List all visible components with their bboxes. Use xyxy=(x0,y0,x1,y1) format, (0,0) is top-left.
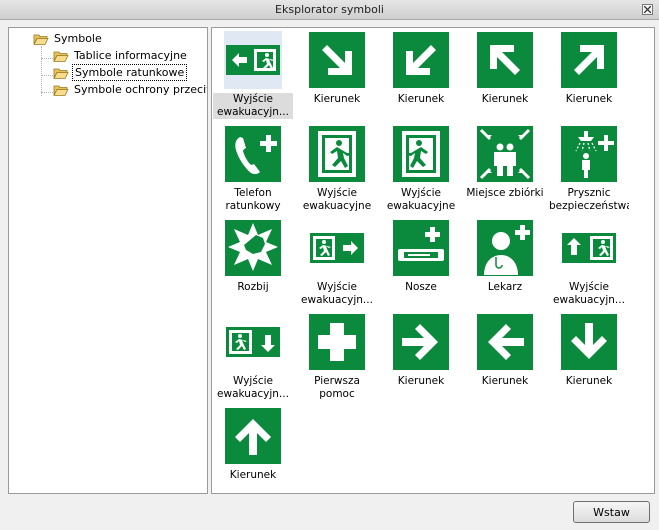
symbol-caption: Rozbij xyxy=(237,281,269,293)
symbol-item[interactable]: Wyjście ewakuacyjn... xyxy=(297,216,377,310)
symbol-caption: Prysznic bezpieczeństwa xyxy=(549,187,629,212)
symbol-item[interactable]: Kierunek xyxy=(381,28,461,122)
symbol-item[interactable]: Wyjście ewakuacyjn... xyxy=(549,216,629,310)
symbol-item[interactable]: Nosze xyxy=(381,216,461,310)
symbol-item[interactable]: Prysznic bezpieczeństwa xyxy=(549,122,629,216)
tree-item-label: Symbole ratunkowe xyxy=(72,64,188,81)
symbol-item[interactable]: Kierunek xyxy=(465,28,545,122)
symbol-caption: Kierunek xyxy=(397,93,445,105)
close-icon[interactable] xyxy=(642,4,653,15)
symbol-caption: Kierunek xyxy=(565,93,613,105)
exit-arrow-left-icon xyxy=(224,31,282,89)
arrow-up-right-icon xyxy=(561,32,617,88)
symbol-caption: Lekarz xyxy=(487,281,523,293)
symbol-item[interactable]: Wyjście ewakuacyjne xyxy=(297,122,377,216)
tree-item-tablice[interactable]: Tablice informacyjne xyxy=(53,47,189,64)
symbol-item[interactable]: Wyjście ewakuacyjne xyxy=(381,122,461,216)
symbol-caption: Kierunek xyxy=(229,469,277,481)
symbol-item[interactable]: Kierunek xyxy=(549,310,629,404)
stretcher-icon xyxy=(393,220,449,276)
symbol-caption: Wyjście ewakuacyjn... xyxy=(213,93,293,119)
symbol-item[interactable]: Lekarz xyxy=(465,216,545,310)
arrow-left-icon xyxy=(477,314,533,370)
category-tree: Symbole Tablice informacyjne Symbole rat… xyxy=(8,27,208,494)
safety-shower-icon xyxy=(561,126,617,182)
symbol-item[interactable]: Kierunek xyxy=(213,404,293,493)
folder-open-icon xyxy=(53,68,69,79)
symbol-caption: Kierunek xyxy=(565,375,613,387)
symbol-caption: Wyjście ewakuacyjn... xyxy=(217,375,289,400)
tree-item-label: Symbole ochrony przeciwp... xyxy=(74,83,207,96)
symbol-caption: Wyjście ewakuacyjn... xyxy=(553,281,625,306)
symbol-caption: Wyjście ewakuacyjne xyxy=(386,187,456,212)
symbol-caption: Telefon ratunkowy xyxy=(225,187,281,212)
emergency-phone-icon xyxy=(225,126,281,182)
symbol-caption: Wyjście ewakuacyjn... xyxy=(301,281,373,306)
tree-item-ochrona-ppoz[interactable]: Symbole ochrony przeciwp... xyxy=(53,81,207,98)
symbol-item[interactable]: Kierunek xyxy=(549,28,629,122)
symbol-caption: Wyjście ewakuacyjne xyxy=(302,187,372,212)
tree-item-label: Symbole xyxy=(54,32,102,45)
exit-arrow-down-icon xyxy=(226,327,280,357)
symbol-caption: Kierunek xyxy=(313,93,361,105)
symbol-item[interactable]: Wyjście ewakuacyjn... xyxy=(213,28,293,122)
symbol-caption: Kierunek xyxy=(481,375,529,387)
symbol-item[interactable]: Telefon ratunkowy xyxy=(213,122,293,216)
folder-open-icon xyxy=(53,85,69,96)
arrow-right-icon xyxy=(393,314,449,370)
arrow-up-icon xyxy=(225,408,281,464)
doctor-icon xyxy=(477,220,533,276)
symbol-item[interactable]: Wyjście ewakuacyjn... xyxy=(213,310,293,404)
folder-open-icon xyxy=(53,51,69,62)
symbol-item[interactable]: Kierunek xyxy=(381,310,461,404)
assembly-point-icon xyxy=(477,126,533,182)
arrow-down-left-icon xyxy=(393,32,449,88)
exit-door-left-icon xyxy=(309,126,365,182)
exit-arrow-right-icon xyxy=(310,233,364,263)
symbol-item[interactable]: Pierwsza pomoc xyxy=(297,310,377,404)
arrow-down-icon xyxy=(561,314,617,370)
tree-item-label: Tablice informacyjne xyxy=(74,49,187,62)
insert-button[interactable]: Wstaw xyxy=(573,501,650,523)
exit-door-right-icon xyxy=(393,126,449,182)
symbol-item[interactable]: Rozbij xyxy=(213,216,293,310)
symbol-caption: Miejsce zbiórki xyxy=(466,187,544,199)
symbol-caption: Kierunek xyxy=(481,93,529,105)
arrow-up-left-icon xyxy=(477,32,533,88)
folder-open-icon xyxy=(33,34,49,45)
tree-item-symbole-ratunkowe[interactable]: Symbole ratunkowe xyxy=(53,64,188,81)
window-title: Eksplorator symboli xyxy=(275,3,384,16)
symbol-caption: Kierunek xyxy=(397,375,445,387)
symbol-caption: Nosze xyxy=(405,281,437,293)
symbol-item[interactable]: Miejsce zbiórki xyxy=(465,122,545,216)
break-glass-icon xyxy=(225,220,281,276)
symbol-item[interactable]: Kierunek xyxy=(465,310,545,404)
symbol-caption: Pierwsza pomoc xyxy=(314,375,360,400)
symbol-grid: Wyjście ewakuacyjn... Kierunek Kierunek K… xyxy=(211,27,655,494)
tree-item-root[interactable]: Symbole xyxy=(33,30,104,47)
arrow-down-right-icon xyxy=(309,32,365,88)
exit-arrow-up-icon xyxy=(562,233,616,263)
symbol-item[interactable]: Kierunek xyxy=(297,28,377,122)
first-aid-cross-icon xyxy=(309,314,365,370)
title-bar: Eksplorator symboli xyxy=(0,0,659,20)
